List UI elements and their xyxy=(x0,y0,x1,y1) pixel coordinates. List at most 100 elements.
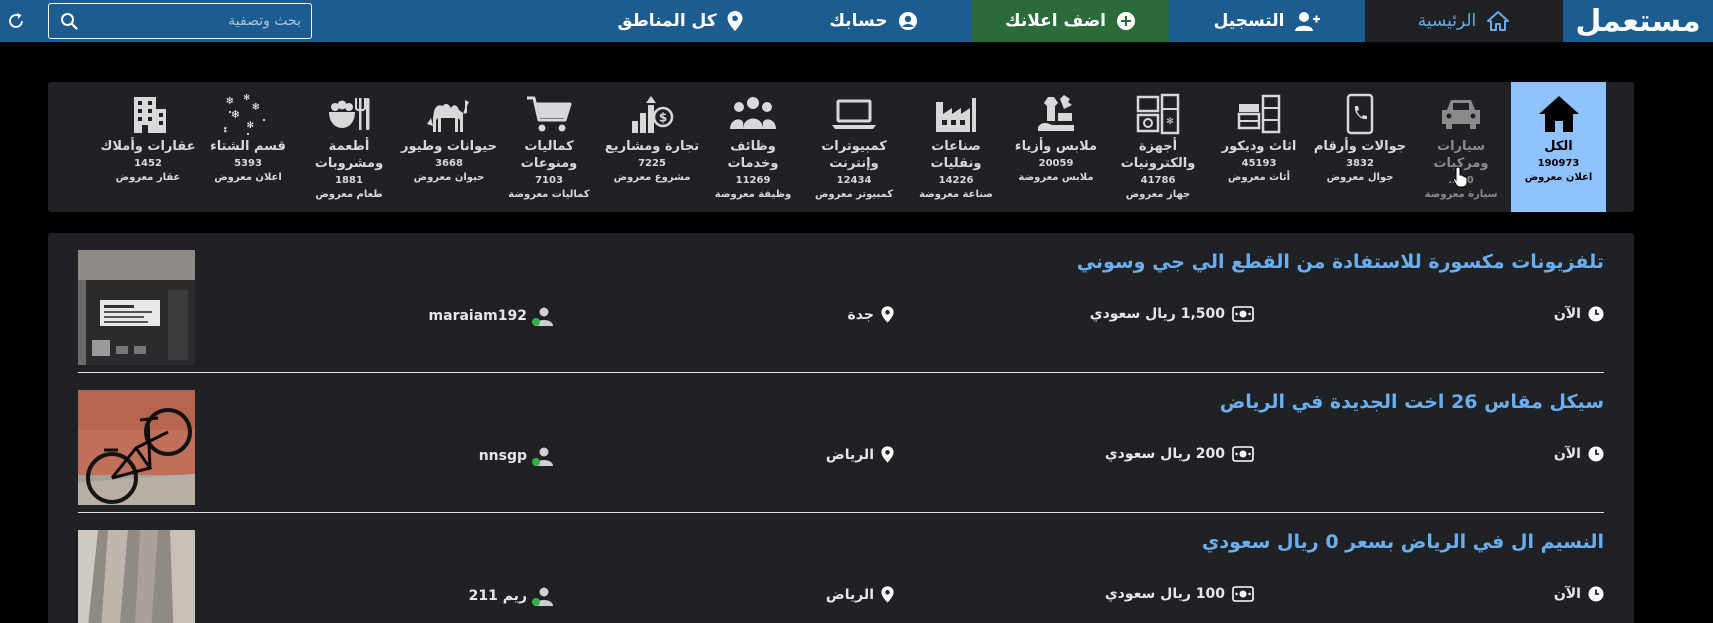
laptop-icon xyxy=(832,99,876,129)
listing-thumbnail[interactable] xyxy=(78,390,195,505)
map-pin-icon xyxy=(727,11,743,31)
category-count: 12434 xyxy=(836,175,872,186)
listing-title[interactable]: النسيم ال في الرياض بسعر 0 ريال سعودي xyxy=(1202,531,1604,553)
map-pin-icon xyxy=(881,306,894,323)
category-food[interactable]: أطعمة ومشروبات 1881 طعام معروض xyxy=(299,82,399,212)
listing-user: nnsgp xyxy=(479,446,554,466)
category-electronics[interactable]: ✻ أجهزة والكترونيات 41786 جهاز معروض xyxy=(1108,82,1208,212)
listing-title[interactable]: سيكل مقاس 26 اخت الجديدة في الرياض xyxy=(1220,391,1604,413)
car-icon xyxy=(1442,100,1480,129)
map-pin-icon xyxy=(881,586,894,603)
listing-location-text[interactable]: الرياض xyxy=(826,447,874,463)
user-avatar xyxy=(532,446,554,466)
search-button[interactable] xyxy=(49,4,89,38)
mouse-cursor-icon xyxy=(1452,166,1468,188)
category-jobs[interactable]: وظائف وخدمات 11269 وظيفة معروضة xyxy=(703,82,803,212)
category-count: 41786 xyxy=(1140,175,1176,186)
online-status-dot xyxy=(532,318,540,326)
category-count: 3832 xyxy=(1346,158,1374,169)
clock-icon xyxy=(1588,306,1604,322)
listing-price: 1,500 ريال سعودي xyxy=(1090,306,1254,322)
category-sub: طعام معروض xyxy=(315,189,383,200)
listing-location: الرياض xyxy=(826,586,894,603)
svg-text:❄: ❄ xyxy=(226,96,234,107)
factory-icon xyxy=(936,98,976,132)
nav-home[interactable]: الرئيسية xyxy=(1365,0,1563,42)
listing-time: الآن xyxy=(1554,586,1604,602)
food-icon xyxy=(329,98,370,130)
snow-icon: ❄✻❄❄❄✻ xyxy=(224,93,265,137)
category-animals[interactable]: حيوانات وطيور 3668 حيوان معروض xyxy=(399,82,499,212)
category-count: 45193 xyxy=(1241,158,1277,169)
nav-post-ad-label: اضف اعلانك xyxy=(1005,11,1106,31)
category-phones[interactable]: جوالات وأرقام 3832 جوال معروض xyxy=(1310,82,1410,212)
map-pin-icon xyxy=(881,446,894,463)
nav-all-areas[interactable]: كل المناطق xyxy=(585,0,775,42)
category-count: 11269 xyxy=(735,175,771,186)
search-input[interactable] xyxy=(89,4,311,38)
top-nav-bar: مستعمل الرئيسية التسجيل اضف اعلانك حسابك… xyxy=(0,0,1713,42)
category-computers[interactable]: كمبيوترات وإنترنت 12434 كمبيوتر معروض xyxy=(804,82,904,212)
listing-thumbnail[interactable] xyxy=(78,530,195,623)
category-realestate[interactable]: عقارات وأملاك 1452 عقار معروض xyxy=(98,82,198,212)
listing-item[interactable]: تلفزيونات مكسورة للاستفادة من القطع الي … xyxy=(78,233,1604,373)
user-plus-icon xyxy=(1295,12,1321,31)
category-sub: سيارة معروضة xyxy=(1424,189,1498,200)
business-icon: $ xyxy=(632,96,674,133)
category-label: تجارة ومشاريع xyxy=(604,139,700,154)
category-label: حيوانات وطيور xyxy=(401,139,497,154)
category-label: صناعات ونقليات xyxy=(930,139,982,171)
home-icon xyxy=(1487,11,1510,31)
category-all[interactable]: الكل 190973 اعلان معروض xyxy=(1511,82,1606,212)
category-sub: اعلان معروض xyxy=(214,172,282,183)
category-label: جوالات وأرقام xyxy=(1313,139,1407,154)
category-sub: جهاز معروض xyxy=(1125,189,1191,200)
category-sub: كماليات معروضة xyxy=(508,189,590,200)
nav-post-ad-button[interactable]: اضف اعلانك xyxy=(972,0,1169,42)
category-furniture[interactable]: اثاث وديكور 45193 أثاث معروض xyxy=(1209,82,1309,212)
category-sub: كمبيوتر معروض xyxy=(814,189,894,200)
listing-username[interactable]: ريم 211 xyxy=(469,588,527,604)
listing-item[interactable]: النسيم ال في الرياض بسعر 0 ريال سعودي ال… xyxy=(78,513,1604,623)
site-logo[interactable]: مستعمل xyxy=(1563,0,1713,42)
category-cars[interactable]: سيارات ومركبات 20... سيارة معروضة xyxy=(1411,82,1511,212)
listings-panel: تلفزيونات مكسورة للاستفادة من القطع الي … xyxy=(48,233,1634,623)
category-accessories[interactable]: كماليات ومنوعات 7103 كماليات معروضة xyxy=(499,82,599,212)
category-business[interactable]: $ تجارة ومشاريع 7225 مشروع معروض xyxy=(602,82,702,212)
svg-text:❄: ❄ xyxy=(252,102,260,113)
listing-username[interactable]: maraiam192 xyxy=(429,308,527,324)
user-circle-icon xyxy=(898,12,917,30)
category-count: 1452 xyxy=(134,158,162,169)
category-count: 5393 xyxy=(234,158,262,169)
plus-circle-icon xyxy=(1117,12,1135,30)
category-sub: عقار معروض xyxy=(115,172,181,183)
search-icon xyxy=(61,13,78,30)
listing-thumbnail[interactable] xyxy=(78,250,195,365)
category-sub: أثاث معروض xyxy=(1227,172,1291,183)
clock-icon xyxy=(1588,446,1604,462)
nav-register[interactable]: التسجيل xyxy=(1169,0,1365,42)
category-label: قسم الشتاء xyxy=(210,139,286,154)
online-status-dot xyxy=(532,458,540,466)
category-count: 7103 xyxy=(535,175,563,186)
listing-location-text[interactable]: الرياض xyxy=(826,587,874,603)
nav-account[interactable]: حسابك xyxy=(775,0,972,42)
listing-username[interactable]: nnsgp xyxy=(479,448,527,464)
refresh-icon[interactable] xyxy=(6,11,26,31)
listing-title[interactable]: تلفزيونات مكسورة للاستفادة من القطع الي … xyxy=(1077,251,1604,273)
svg-text:❄: ❄ xyxy=(231,108,240,121)
category-sub: اعلان معروض xyxy=(1524,172,1593,183)
listing-price-text: 200 ريال سعودي xyxy=(1104,446,1225,462)
building-icon xyxy=(134,97,166,133)
category-sub: وظيفة معروضة xyxy=(714,189,792,200)
search-box xyxy=(48,3,312,39)
listing-location-text[interactable]: جدة xyxy=(848,307,874,323)
user-avatar xyxy=(532,586,554,606)
category-count: 20059 xyxy=(1038,158,1074,169)
people-icon xyxy=(730,97,776,129)
listing-item[interactable]: سيكل مقاس 26 اخت الجديدة في الرياض الآن … xyxy=(78,373,1604,513)
category-clothes[interactable]: ملابس وأزياء 20059 ملابس معروضة xyxy=(1006,82,1106,212)
category-industry[interactable]: صناعات ونقليات 14226 صناعة معروضة xyxy=(906,82,1006,212)
category-winter[interactable]: ❄✻❄❄❄✻ قسم الشتاء 5393 اعلان معروض xyxy=(198,82,298,212)
nav-all-areas-label: كل المناطق xyxy=(617,11,717,31)
